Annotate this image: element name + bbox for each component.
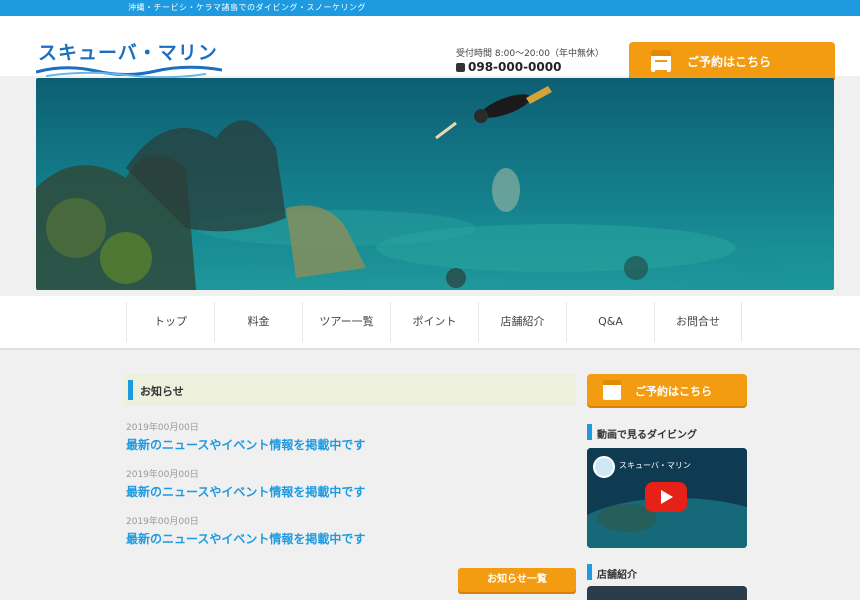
nav-item-tours[interactable]: ツアー一覧 (302, 302, 390, 342)
business-hours: 受付時間 8:00〜20:00（年中無休） (456, 49, 605, 59)
site-logo[interactable]: スキューバ・マリン (36, 38, 226, 82)
news-title-link[interactable]: 最新のニュースやイベント情報を掲載中です (126, 530, 365, 547)
video-heading: 動画で見るダイビング (587, 422, 747, 442)
nav-item-price[interactable]: 料金 (214, 302, 302, 342)
video-embed[interactable]: スキューバ・マリン (587, 448, 747, 548)
news-list-button[interactable]: お知らせ一覧 (458, 568, 576, 592)
play-icon[interactable] (645, 482, 687, 512)
phone-number[interactable]: 098-000-0000 (456, 60, 561, 74)
news-date: 2019年00月00日 (126, 423, 199, 433)
web-reservation-label: ご予約はこちら (687, 55, 772, 69)
news-title-link[interactable]: 最新のニュースやイベント情報を掲載中です (126, 483, 365, 500)
hero-image (36, 78, 834, 290)
video-heading-text: 動画で見るダイビング (597, 430, 697, 441)
news-heading-text: お知らせ (140, 385, 184, 398)
calendar-icon (603, 380, 621, 400)
heading-accent (587, 564, 592, 580)
news-heading: お知らせ (124, 374, 576, 406)
wave-icon (36, 65, 222, 78)
nav-item-shop[interactable]: 店舗紹介 (478, 302, 566, 342)
news-date: 2019年00月00日 (126, 517, 199, 527)
news-date: 2019年00月00日 (126, 470, 199, 480)
shop-heading-text: 店舗紹介 (597, 570, 637, 581)
site-header: スキューバ・マリン 受付時間 8:00〜20:00（年中無休） 098-000-… (0, 16, 860, 80)
logo-text: スキューバ・マリン (38, 42, 218, 64)
phone-icon (456, 63, 465, 72)
nav-item-points[interactable]: ポイント (390, 302, 478, 342)
web-reservation-button[interactable]: ご予約はこちら (629, 42, 835, 80)
sidebar-reservation-label: ご予約はこちら (635, 385, 712, 398)
heading-accent (128, 380, 133, 400)
phone-text: 098-000-0000 (468, 60, 562, 74)
site-tagline: 沖縄・チービシ・ケラマ諸島でのダイビング・スノーケリング (128, 3, 366, 12)
calendar-icon (651, 50, 671, 72)
underwater-photo (36, 78, 834, 290)
contact-info: 受付時間 8:00〜20:00（年中無休） 098-000-0000 (456, 46, 620, 76)
shop-heading: 店舗紹介 (587, 562, 747, 582)
list-item: 2019年00月00日 最新のニュースやイベント情報を掲載中です (124, 514, 576, 548)
nav-item-faq[interactable]: Q&A (566, 302, 654, 342)
news-title-link[interactable]: 最新のニュースやイベント情報を掲載中です (126, 436, 365, 453)
sidebar-reservation-button[interactable]: ご予約はこちら (587, 374, 747, 406)
video-title: スキューバ・マリン (619, 461, 691, 470)
list-item: 2019年00月00日 最新のニュースやイベント情報を掲載中です (124, 467, 576, 501)
nav-item-contact[interactable]: お問合せ (654, 302, 742, 342)
global-nav: トップ 料金 ツアー一覧 ポイント 店舗紹介 Q&A お問合せ (0, 296, 860, 350)
list-item: 2019年00月00日 最新のニュースやイベント情報を掲載中です (124, 420, 576, 454)
heading-accent (587, 424, 592, 440)
channel-avatar (593, 456, 615, 478)
shop-thumbnail[interactable] (587, 586, 747, 600)
sidebar: ご予約はこちら 動画で見るダイビング スキューバ・マリン 店舗紹介 (587, 374, 747, 600)
nav-item-top[interactable]: トップ (126, 302, 214, 342)
news-section: お知らせ 2019年00月00日 最新のニュースやイベント情報を掲載中です 20… (124, 374, 576, 600)
top-bar: 沖縄・チービシ・ケラマ諸島でのダイビング・スノーケリング (0, 0, 860, 16)
